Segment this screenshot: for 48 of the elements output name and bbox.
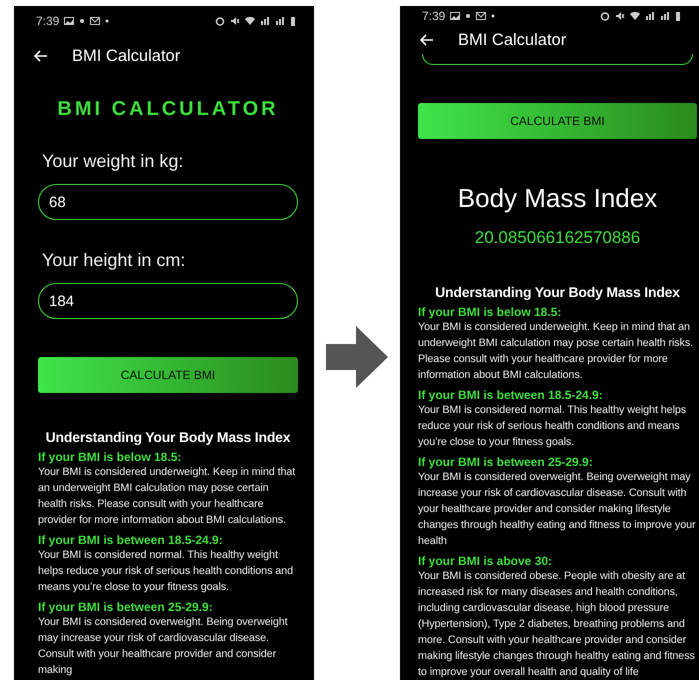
signal-icon (275, 16, 285, 26)
calculate-button[interactable]: CALCULATE BMI (418, 103, 697, 139)
input-field[interactable]: 68 (38, 184, 298, 220)
info-title: Understanding Your Body Mass Index (435, 284, 680, 300)
battery-icon (675, 11, 681, 22)
section-text: Your BMI is considered normal. This healthy weight helps reduce your risk of serious health conditions and means you’re close to your fitness goals. (418, 403, 688, 450)
section-text: Your BMI is considered overweight. Being overweight may increase your risk of cardiovascular disease. Consult with your healthcare provider and consider making (38, 615, 289, 678)
image-icon (64, 16, 74, 26)
section-heading: If your BMI is below 18.5: (38, 450, 182, 464)
back-icon[interactable] (34, 50, 48, 62)
app-title: BMI Calculator (458, 30, 566, 50)
section-heading: If your BMI is between 25-29.9: (38, 600, 214, 614)
status-time: 7:39 (36, 14, 60, 28)
battery-icon (290, 16, 296, 26)
dot-icon (79, 16, 86, 26)
section-text: Your BMI is considered overweight. Being overweight may increase your risk of cardiovascular disease. Consult with your healthcare provider and consider making lifestyle changes through healthy eating and fitness to improve your health (418, 470, 696, 549)
app-title: BMI Calculator (72, 46, 180, 66)
section-heading: If your BMI is between 25-29.9: (418, 455, 594, 469)
image-icon (450, 11, 460, 22)
field-label: Your height in cm: (41, 250, 186, 271)
section-text: Your BMI is considered obese. People with obesity are at increased risk for many diseases and health conditions, including cardiovascular disease, high blood pressure (Hypertension), Type 2 diabetes, breathing problems and more. Consult with your healthcare provider and consider making lifestyle changes through healthy eating and fitness to improve your overall health and quality of life (418, 569, 696, 680)
result-title: Body Mass Index (456, 183, 658, 214)
bmi-value: 20.085066162570886 (474, 228, 642, 248)
signal-icon (660, 11, 670, 22)
status-time: 7:39 (422, 9, 446, 24)
signal-icon (645, 11, 655, 22)
field-label: Your weight in kg: (41, 151, 184, 172)
section-text: Your BMI is considered underweight. Keep in mind that an underweight BMI calculation may pose certain health risks. Please consult with your healthcare provider for more information about BMI calculations. (38, 465, 296, 528)
calculate-button[interactable]: CALCULATE BMI (38, 357, 298, 393)
section-heading: If your BMI is between 18.5-24.9: (418, 388, 604, 402)
input-field[interactable] (422, 54, 693, 65)
section-heading: If your BMI is above 30: (418, 554, 554, 568)
section-heading: If your BMI is between 18.5-24.9: (38, 533, 224, 547)
back-icon[interactable] (420, 34, 434, 46)
signal-icon (260, 16, 270, 26)
logo-title: BMI CALCULATOR (57, 98, 279, 121)
right-arrow-icon (324, 324, 390, 390)
mail-icon (476, 11, 486, 22)
mute-icon (615, 11, 625, 22)
mail-icon (90, 16, 100, 26)
input-field[interactable]: 184 (38, 283, 298, 319)
mute-icon (230, 16, 240, 26)
wifi-icon (630, 11, 640, 22)
section-text: Your BMI is considered normal. This healthy weight helps reduce your risk of serious health conditions and means you’re close to your fitness goals. (38, 548, 294, 595)
wifi-icon (245, 16, 255, 26)
info-title: Understanding Your Body Mass Index (46, 429, 290, 445)
section-text: Your BMI is considered underweight. Keep in mind that an underweight BMI calculation may pose certain health risks. Please consult with your healthcare provider for more information about BMI calculations. (418, 320, 694, 383)
section-heading: If your BMI is below 18.5: (418, 305, 562, 319)
